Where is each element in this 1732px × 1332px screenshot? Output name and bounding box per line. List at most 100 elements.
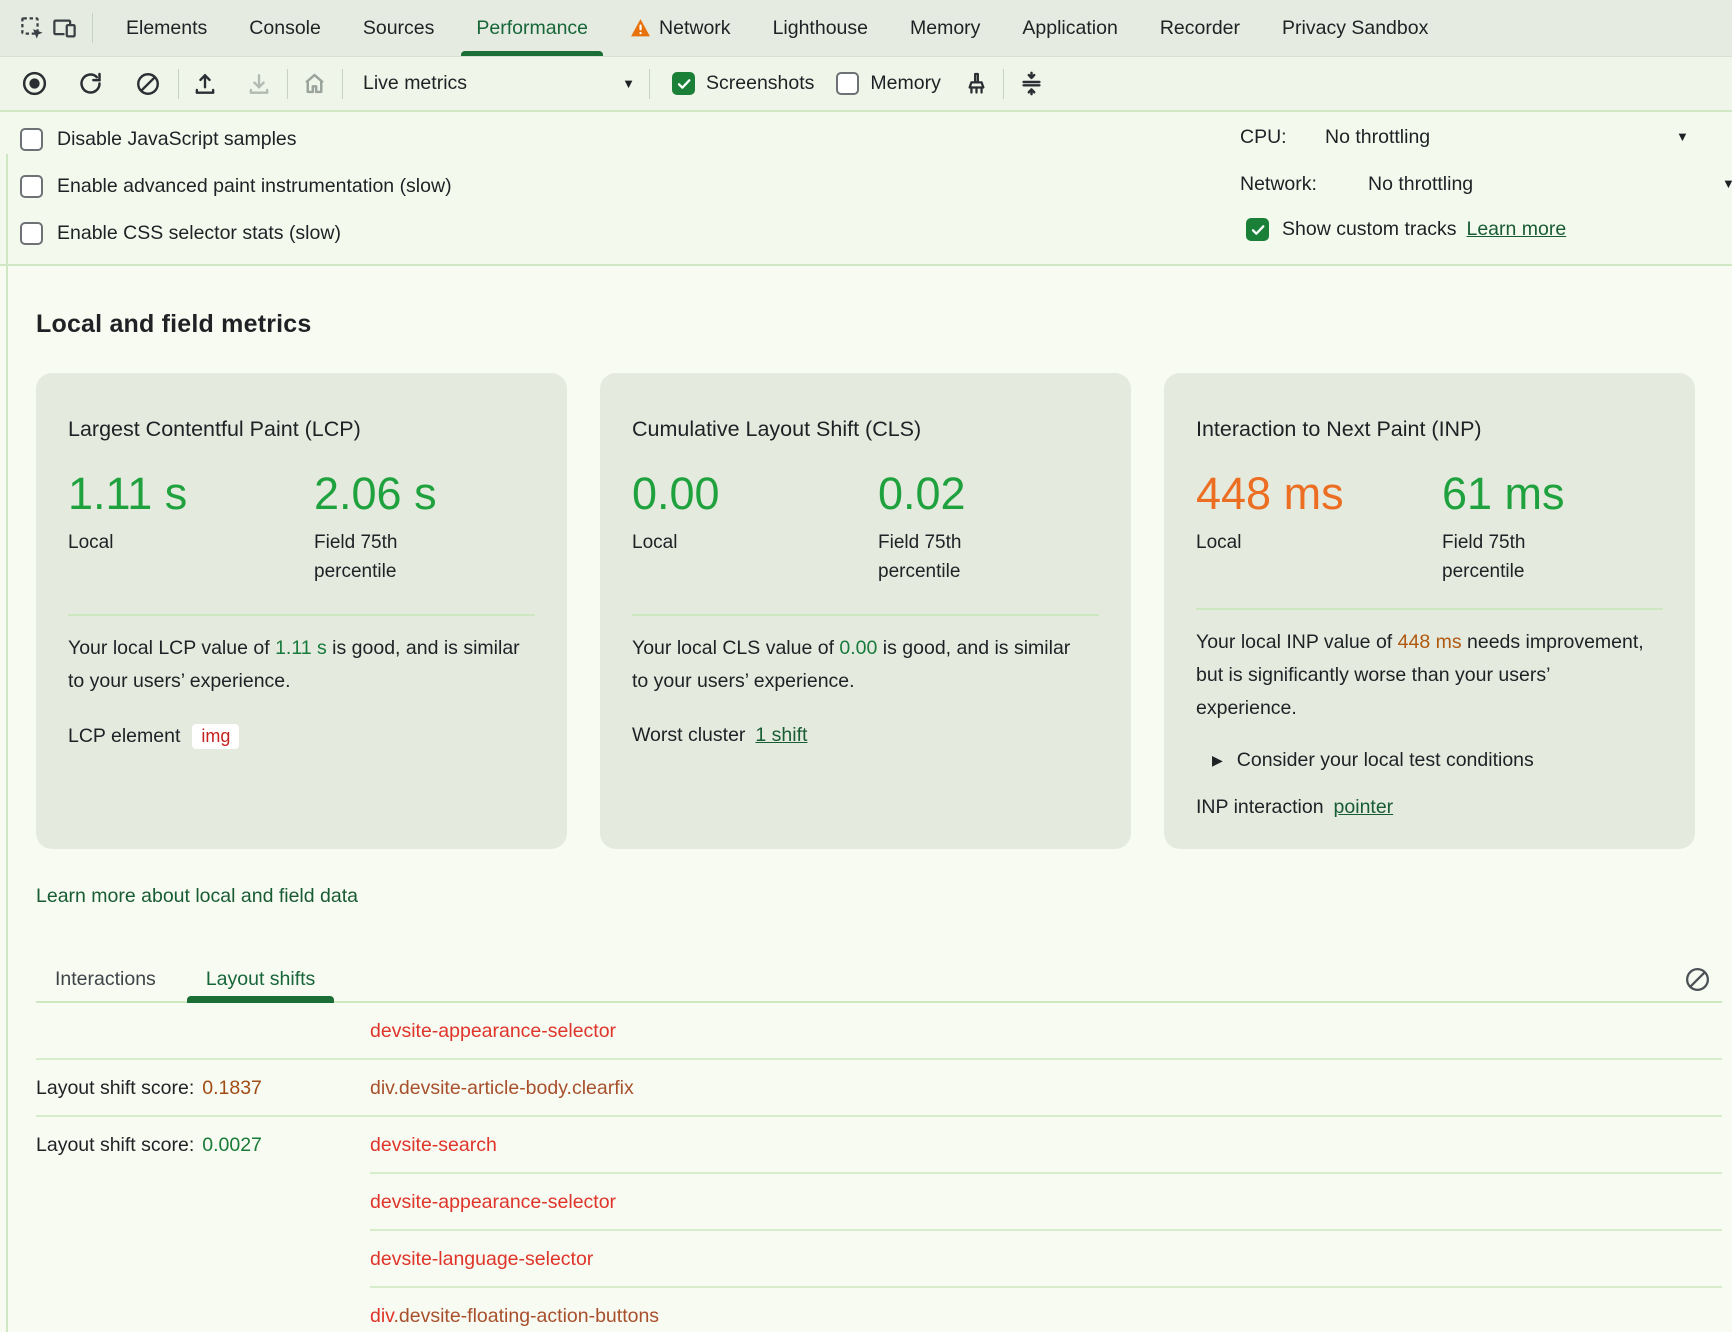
shifted-element-link[interactable]: div.devsite-floating-action-buttons (370, 1305, 659, 1327)
divider (287, 69, 288, 99)
screenshots-checkbox[interactable]: Screenshots (672, 72, 814, 95)
inp-interaction-label: INP interaction (1196, 796, 1324, 819)
local-test-conditions-disclosure[interactable]: ▶ Consider your local test conditions (1212, 749, 1663, 772)
cls-description: Your local CLS value of 0.00 is good, an… (632, 632, 1088, 698)
layout-shift-score: 0.0027 (202, 1134, 262, 1156)
score-cell: Layout shift score:0.0027 (36, 1134, 370, 1157)
tab-lighthouse[interactable]: Lighthouse (752, 0, 889, 57)
shifted-element-link[interactable]: devsite-appearance-selector (370, 1191, 616, 1213)
devtools-tab-bar: Elements Console Sources Performance Net… (0, 0, 1732, 57)
checkbox-label: Disable JavaScript samples (57, 128, 297, 151)
lcp-inline-value: 1.11 s (275, 637, 327, 659)
tab-label: Memory (910, 17, 980, 40)
tab-privacy-sandbox[interactable]: Privacy Sandbox (1261, 0, 1449, 57)
checkbox-unchecked-icon (20, 128, 43, 151)
shifted-element-link[interactable]: devsite-language-selector (370, 1248, 593, 1270)
tab-elements[interactable]: Elements (105, 0, 228, 57)
cls-local-value: 0.00 (632, 466, 878, 522)
inspect-element-icon[interactable] (16, 11, 48, 45)
device-toolbar-icon[interactable] (48, 11, 80, 45)
divider (649, 69, 650, 99)
worst-cluster-link[interactable]: 1 shift (755, 724, 807, 747)
memory-checkbox[interactable]: Memory (836, 72, 940, 95)
lcp-field-value: 2.06 s (314, 466, 474, 522)
learn-more-local-field-link[interactable]: Learn more about local and field data (36, 885, 358, 908)
gc-broom-icon[interactable] (961, 66, 993, 102)
divider (178, 69, 179, 99)
lcp-element-node-link[interactable]: img (192, 724, 239, 749)
tab-label: Performance (476, 17, 588, 40)
clear-log-icon[interactable] (1680, 962, 1714, 996)
home-icon[interactable] (298, 66, 330, 102)
worst-cluster-label: Worst cluster (632, 724, 745, 747)
shifted-element-link[interactable]: div.devsite-article-body.clearfix (370, 1077, 634, 1099)
checkbox-checked-icon (672, 72, 695, 95)
divider (1003, 69, 1004, 99)
checkbox-label: Enable advanced paint instrumentation (s… (57, 175, 452, 198)
reload-record-button[interactable] (74, 66, 106, 102)
inp-field-value: 61 ms (1442, 466, 1602, 522)
performance-toolbar: Live metrics ▼ Screenshots Memory (0, 57, 1732, 112)
chevron-down-icon[interactable]: ▼ (1676, 129, 1689, 144)
lcp-local-value: 1.11 s (68, 466, 314, 522)
checkbox-unchecked-icon (20, 175, 43, 198)
local-label: Local (68, 528, 228, 557)
local-label: Local (1196, 528, 1356, 557)
checkbox-unchecked-icon (836, 72, 859, 95)
clear-recording-icon[interactable] (132, 66, 164, 102)
inp-description: Your local INP value of 448 ms needs imp… (1196, 626, 1652, 725)
field-label: Field 75th percentile (878, 528, 1038, 586)
tab-label: Sources (363, 17, 435, 40)
layout-shift-row: Layout shift score:0.0027 devsite-search (36, 1117, 1722, 1174)
tab-recorder[interactable]: Recorder (1139, 0, 1261, 57)
checkbox-unchecked-icon (20, 222, 43, 245)
lcp-element-label: LCP element (68, 725, 180, 748)
divider (342, 69, 343, 99)
score-cell: Layout shift score:0.1837 (36, 1077, 370, 1100)
tab-label: Elements (126, 17, 207, 40)
record-button[interactable] (18, 66, 50, 102)
inp-inline-value: 448 ms (1398, 631, 1462, 653)
learn-more-link[interactable]: Learn more (1466, 218, 1566, 241)
tab-sources[interactable]: Sources (342, 0, 456, 57)
shifted-element-link[interactable]: devsite-appearance-selector (370, 1020, 616, 1042)
tab-performance[interactable]: Performance (455, 0, 609, 57)
tab-interactions[interactable]: Interactions (36, 958, 175, 1001)
checkbox-label: Screenshots (706, 72, 814, 95)
collapse-sections-icon[interactable] (1016, 66, 1048, 102)
checkbox-label: Enable CSS selector stats (slow) (57, 222, 341, 245)
chevron-down-icon: ▼ (622, 76, 635, 91)
tab-label: Network (659, 17, 731, 40)
download-profile-icon[interactable] (243, 66, 275, 102)
tab-layout-shifts[interactable]: Layout shifts (187, 958, 334, 1001)
upload-profile-icon[interactable] (189, 66, 221, 102)
tab-label: Console (249, 17, 321, 40)
cpu-throttle-select[interactable]: No throttling (1325, 126, 1430, 149)
disable-js-samples-checkbox[interactable]: Disable JavaScript samples (0, 116, 1732, 163)
checkbox-label: Show custom tracks (1282, 218, 1456, 241)
tab-console[interactable]: Console (228, 0, 342, 57)
shifted-element-link[interactable]: devsite-search (370, 1134, 497, 1156)
checkbox-checked-icon (1246, 218, 1269, 241)
cls-field-value: 0.02 (878, 466, 1038, 522)
capture-settings-pane: Disable JavaScript samples Enable advanc… (0, 112, 1732, 266)
layout-shift-row: div.devsite-floating-action-buttons (36, 1288, 1722, 1332)
live-metrics-log: Interactions Layout shifts devsite-appea… (36, 958, 1722, 1332)
tab-memory[interactable]: Memory (889, 0, 1001, 57)
tab-label: Lighthouse (773, 17, 868, 40)
show-custom-tracks-checkbox[interactable]: Show custom tracks Learn more (1246, 218, 1566, 241)
cpu-throttle-label: CPU: (1240, 126, 1287, 149)
inp-card: Interaction to Next Paint (INP) 448 ms L… (1164, 373, 1695, 849)
inp-interaction-link[interactable]: pointer (1334, 796, 1394, 819)
lcp-description: Your local LCP value of 1.11 s is good, … (68, 632, 524, 698)
network-throttle-select[interactable]: No throttling (1368, 173, 1473, 196)
layout-shift-row: devsite-language-selector (36, 1231, 1722, 1288)
tab-network[interactable]: Network (609, 0, 752, 57)
lcp-card: Largest Contentful Paint (LCP) 1.11 s Lo… (36, 373, 567, 849)
local-label: Local (632, 528, 792, 557)
field-label: Field 75th percentile (314, 528, 474, 586)
chevron-down-icon[interactable]: ▼ (1722, 176, 1732, 191)
cls-inline-value: 0.00 (839, 637, 877, 659)
tab-application[interactable]: Application (1001, 0, 1138, 57)
panel-mode-select[interactable]: Live metrics ▼ (353, 72, 649, 95)
